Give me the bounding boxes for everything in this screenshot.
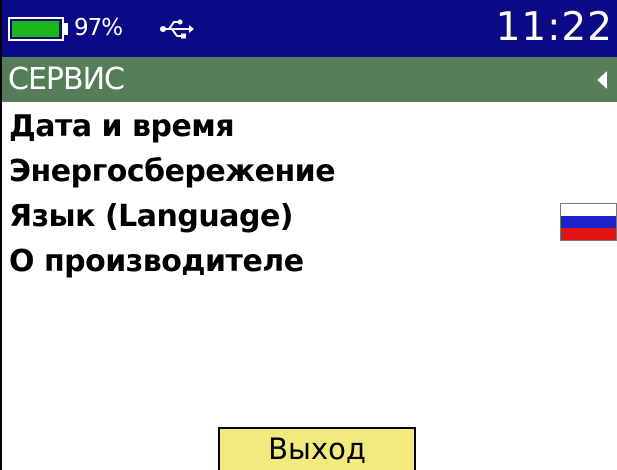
battery-icon <box>8 17 64 41</box>
status-bar: 97% 11:22 <box>2 0 617 57</box>
exit-button[interactable]: Выход <box>218 427 416 470</box>
menu-item-date-time[interactable]: Дата и время <box>2 104 617 149</box>
page-title: СЕРВИС <box>8 62 125 97</box>
battery-percent: 97% <box>74 15 123 41</box>
menu-item-label: Энергосбережение <box>9 154 336 189</box>
clock: 11:22 <box>495 5 613 50</box>
menu-item-about-manufacturer[interactable]: О производителе <box>2 239 617 284</box>
menu-item-label: О производителе <box>9 244 304 279</box>
menu-header: СЕРВИС <box>2 57 617 102</box>
menu-item-label: Язык (Language) <box>9 199 294 234</box>
battery-tip <box>64 23 68 35</box>
menu-item-label: Дата и время <box>9 109 235 144</box>
usb-icon <box>160 19 194 39</box>
menu-item-power-saving[interactable]: Энергосбережение <box>2 149 617 194</box>
flag-stripe-white <box>561 204 616 216</box>
flag-stripe-blue <box>561 216 616 228</box>
triangle-left-icon[interactable] <box>597 71 607 89</box>
device-screen: 97% 11:22 СЕРВИС Дата и время Энергосбер… <box>0 0 617 470</box>
battery-level-fill <box>12 21 59 37</box>
menu-list: Дата и время Энергосбережение Язык (Lang… <box>2 104 617 284</box>
russian-flag-icon <box>560 203 617 241</box>
menu-item-language[interactable]: Язык (Language) <box>2 194 617 241</box>
